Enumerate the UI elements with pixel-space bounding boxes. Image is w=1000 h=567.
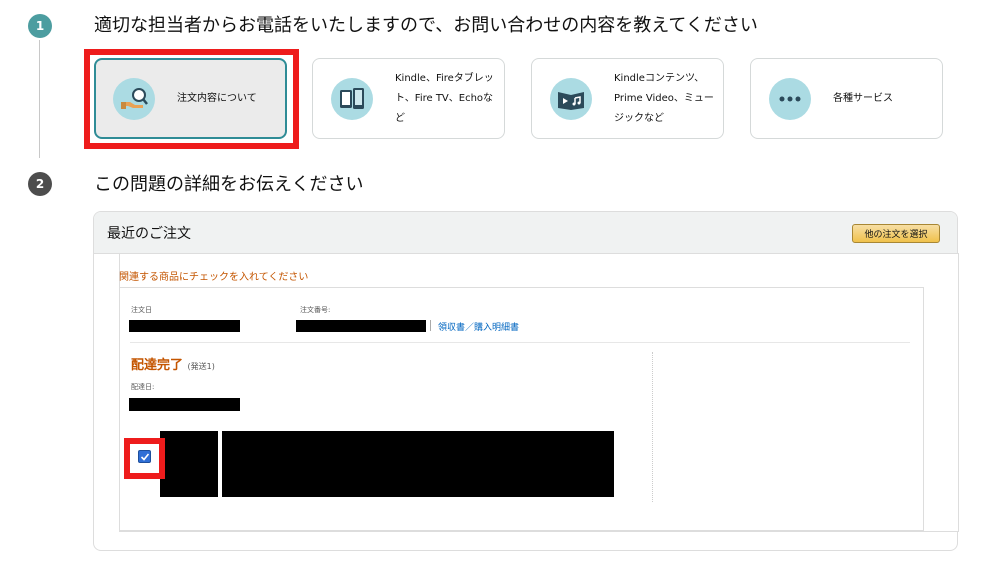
column-divider: [652, 352, 653, 502]
order-number-label: 注文番号:: [300, 306, 331, 314]
shipment-count: (発送1): [187, 362, 215, 371]
product-title-redacted: [222, 431, 614, 497]
topic-card-services[interactable]: 各種サービス: [750, 58, 943, 139]
more-dots-icon: [769, 78, 811, 120]
topic-label-devices: Kindle、Fireタブレット、Fire TV、Echoなど: [395, 72, 494, 124]
order-date-redacted: [129, 320, 240, 332]
topic-card-devices[interactable]: Kindle、Fireタブレット、Fire TV、Echoなど: [312, 58, 505, 139]
step-2-indicator: 2: [28, 172, 52, 196]
link-separator: [430, 320, 431, 331]
order-date-label: 注文日: [131, 306, 152, 314]
panel-title: 最近のご注文: [107, 226, 191, 242]
topic-card-orders[interactable]: 注文内容について: [94, 58, 287, 139]
check-item-instruction: 関連する商品にチェックを入れてください: [119, 272, 309, 283]
step-2-heading: この問題の詳細をお伝えください: [94, 174, 364, 195]
order-number-redacted: [296, 320, 426, 332]
product-image-redacted: [160, 431, 218, 497]
receipt-link[interactable]: 領収書／購入明細書: [438, 320, 519, 333]
check-icon: [140, 452, 149, 461]
panel-header: 最近のご注文 他の注文を選択: [94, 212, 957, 254]
delivery-date-label: 配達日:: [131, 383, 155, 391]
step-1-indicator: 1: [28, 14, 52, 38]
topic-label-services: 各種サービス: [833, 92, 893, 104]
step-connector-line: [39, 40, 40, 158]
topic-label-orders: 注文内容について: [177, 92, 257, 104]
order-divider: [130, 342, 910, 343]
item-checkbox[interactable]: [138, 450, 151, 463]
delivery-status-text: 配達完了: [131, 358, 184, 373]
select-other-order-button[interactable]: 他の注文を選択: [852, 224, 940, 243]
topic-card-digital-content[interactable]: Kindleコンテンツ、Prime Video、ミュージックなど: [531, 58, 724, 139]
media-icon: [550, 78, 592, 120]
delivery-date-redacted: [129, 398, 240, 411]
delivery-status: 配達完了 (発送1): [131, 354, 215, 373]
topic-label-digital-content: Kindleコンテンツ、Prime Video、ミュージックなど: [614, 72, 714, 124]
step-1-heading: 適切な担当者からお電話をいたしますので、お問い合わせの内容を教えてください: [94, 15, 758, 36]
hand-magnifier-icon: [113, 78, 155, 120]
devices-icon: [331, 78, 373, 120]
